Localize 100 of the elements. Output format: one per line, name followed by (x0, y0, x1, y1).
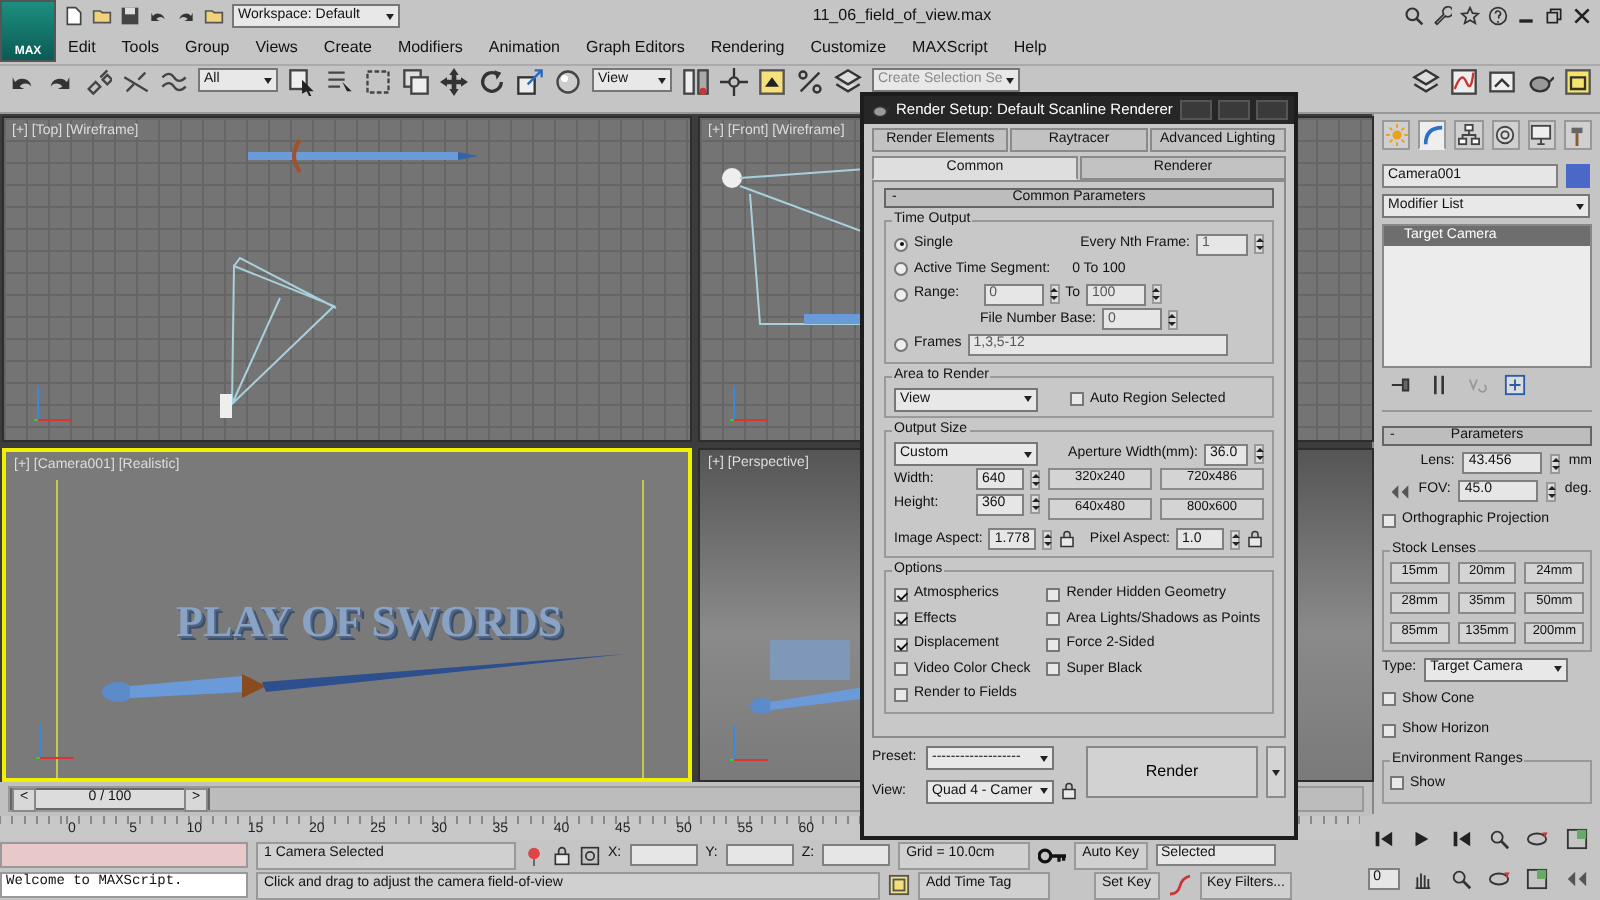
rectangle-select-icon[interactable] (364, 68, 392, 96)
move-icon[interactable] (440, 68, 468, 96)
layers-icon[interactable] (1412, 68, 1440, 96)
snap-icon[interactable] (758, 68, 786, 96)
menu-item[interactable]: Animation (488, 37, 560, 57)
selection-lock-icon[interactable] (1564, 68, 1592, 96)
play-back-icon[interactable] (1449, 828, 1472, 851)
coordinate-field[interactable] (822, 844, 891, 866)
maximize-icon[interactable] (1565, 828, 1588, 851)
menu-item[interactable]: Rendering (710, 37, 785, 57)
spinner-arrows[interactable] (1167, 309, 1178, 330)
checkbox[interactable] (1070, 392, 1084, 407)
spinner-arrows[interactable] (1049, 284, 1060, 305)
search-icon[interactable] (1404, 6, 1424, 26)
target-icon[interactable] (580, 845, 600, 865)
pivot-icon[interactable] (720, 68, 748, 96)
panel-tab[interactable] (1454, 120, 1484, 150)
time-tag-icon[interactable] (888, 874, 910, 896)
menu-item[interactable]: MAXScript (912, 37, 988, 57)
percent-icon[interactable] (796, 68, 824, 96)
color-swatch[interactable] (1566, 164, 1590, 188)
lock-icon[interactable] (1246, 530, 1264, 549)
checkbox[interactable] (1046, 637, 1061, 652)
save-icon[interactable] (120, 6, 140, 26)
zoom-icon[interactable] (1449, 867, 1472, 890)
checkbox[interactable] (894, 612, 908, 627)
curve-editor-icon[interactable] (1450, 68, 1478, 96)
checkbox[interactable] (1046, 662, 1061, 677)
radio-button[interactable] (894, 262, 908, 277)
open-folder-icon[interactable] (204, 6, 224, 26)
orbit-icon[interactable] (1526, 828, 1549, 851)
checkbox[interactable] (894, 662, 908, 677)
scale-icon[interactable] (516, 68, 544, 96)
menu-item[interactable]: Group (184, 37, 230, 57)
lock-icon[interactable] (552, 845, 572, 865)
panel-tab[interactable] (1418, 120, 1447, 150)
help-icon[interactable] (1488, 6, 1508, 26)
menu-item[interactable]: Help (1013, 37, 1047, 57)
sphere-icon[interactable] (554, 68, 582, 96)
checkbox[interactable] (894, 587, 908, 602)
lock-icon[interactable] (1060, 782, 1078, 801)
spinner-arrows[interactable] (1230, 529, 1240, 550)
radio-button[interactable] (894, 337, 908, 352)
coordinate-field[interactable] (725, 844, 794, 866)
checkbox[interactable] (1046, 587, 1061, 602)
configure-icon[interactable] (1504, 374, 1526, 396)
open-folder-icon[interactable] (92, 6, 112, 26)
rotate-icon[interactable] (478, 68, 506, 96)
lock-icon[interactable] (1058, 530, 1077, 549)
menu-item[interactable]: Tools (121, 37, 159, 57)
menu-item[interactable]: Edit (68, 37, 96, 57)
star-icon[interactable] (1460, 6, 1480, 26)
render-frame-icon[interactable] (1488, 68, 1516, 96)
wrench-icon[interactable] (1432, 6, 1452, 26)
window-crossing-icon[interactable] (402, 68, 430, 96)
tangent-icon[interactable] (1167, 873, 1192, 897)
select-icon[interactable] (288, 68, 316, 96)
checkbox[interactable] (1046, 612, 1061, 627)
panel-tab[interactable] (1491, 120, 1520, 150)
maximize-icon[interactable] (1526, 867, 1549, 890)
play-icon[interactable] (1410, 828, 1433, 851)
mirror-icon[interactable] (682, 68, 710, 96)
radio-button[interactable] (894, 237, 908, 252)
checkbox[interactable] (894, 687, 908, 702)
spinner-arrows[interactable] (1042, 529, 1053, 550)
wave-icon[interactable] (160, 68, 188, 96)
coordinate-field[interactable] (629, 844, 698, 866)
render-button[interactable]: Render (1086, 746, 1258, 798)
play-back-icon[interactable] (1372, 828, 1395, 851)
balloon-icon[interactable] (524, 845, 544, 865)
new-file-icon[interactable] (64, 6, 84, 26)
spinner-arrows[interactable] (1546, 481, 1557, 501)
checkbox[interactable] (1382, 723, 1396, 738)
show-end-result-icon[interactable] (1428, 374, 1450, 396)
restore-icon[interactable] (1544, 6, 1564, 26)
radio-button[interactable] (894, 287, 908, 302)
menu-item[interactable]: Create (323, 37, 372, 57)
pin-icon[interactable] (1390, 374, 1412, 396)
spinner-arrows[interactable] (1030, 469, 1040, 490)
select-by-name-icon[interactable] (326, 68, 354, 96)
spinner-arrows[interactable] (1030, 494, 1040, 515)
menu-item[interactable]: Customize (810, 37, 887, 57)
orbit-icon[interactable] (1488, 867, 1511, 890)
zoom-icon[interactable] (1488, 828, 1511, 851)
panel-tab[interactable] (1527, 120, 1556, 150)
checkbox[interactable] (894, 637, 908, 652)
spinner-arrows[interactable] (1254, 234, 1264, 255)
listener-input-field[interactable] (0, 842, 248, 868)
checkbox[interactable] (1382, 692, 1396, 707)
link-icon[interactable] (84, 68, 112, 96)
spinner-arrows[interactable] (1254, 444, 1264, 465)
layers-icon[interactable] (834, 68, 862, 96)
menu-item[interactable]: Modifiers (397, 37, 463, 57)
checkbox[interactable] (1382, 513, 1396, 528)
render-options-button[interactable] (1266, 746, 1286, 798)
menu-item[interactable]: Views (255, 37, 298, 57)
close-icon[interactable] (1572, 6, 1592, 26)
menu-item[interactable]: Graph Editors (585, 37, 685, 57)
spinner-arrows[interactable] (1151, 284, 1162, 305)
unlink-icon[interactable] (122, 68, 150, 96)
